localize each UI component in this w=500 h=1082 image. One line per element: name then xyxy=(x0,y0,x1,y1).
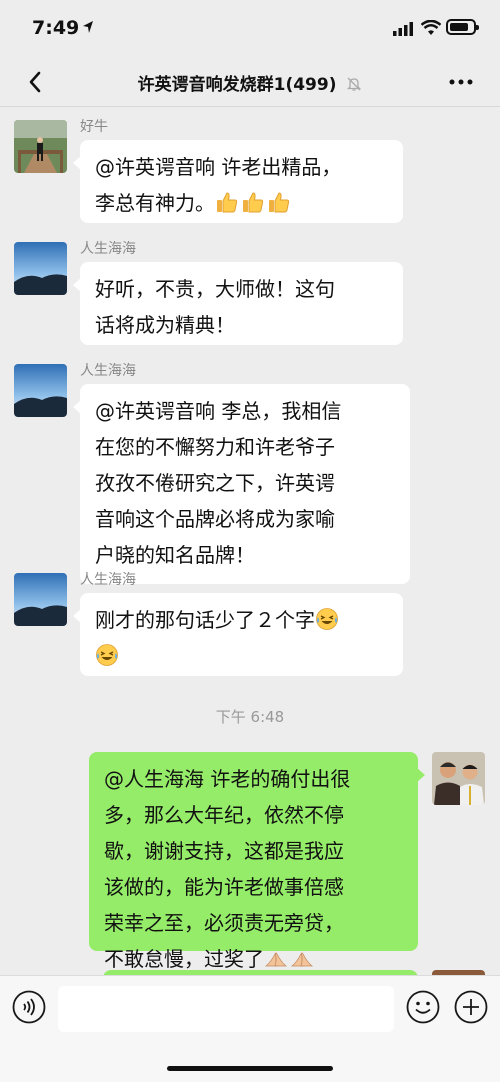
sender-name: 人生海海 xyxy=(80,363,136,379)
sender-name: 人生海海 xyxy=(80,241,136,257)
thumbs-up-icon xyxy=(241,189,265,213)
time-separator: 下午 6:48 xyxy=(215,708,285,726)
message-line: @人生海海 许老的确付出很 xyxy=(104,767,351,791)
message-line: 多，那么大年纪，依然不停 xyxy=(104,803,344,827)
chat-title-text: 许英谔音响发烧群1(499) xyxy=(137,75,337,95)
chat-title: 许英谔音响发烧群1(499) xyxy=(60,70,440,95)
avatar[interactable] xyxy=(14,364,67,417)
avatar[interactable] xyxy=(14,573,67,626)
message-bubble-self[interactable]: @人生海海 许老的确付出很 多，那么大年纪，依然不停 歇，谢谢支持，这都是我应 … xyxy=(89,752,425,971)
sender-name: 好牛 xyxy=(80,119,108,135)
laughing-crying-emoji-icon xyxy=(315,606,339,630)
message-line: 李总有神力。 xyxy=(95,185,388,221)
message-line: 好听，不贵，大师做！这句 xyxy=(95,277,335,301)
wifi-icon xyxy=(421,20,441,35)
battery-icon xyxy=(446,19,479,35)
clasped-hands-icon xyxy=(290,945,314,969)
voice-icon[interactable] xyxy=(12,990,46,1024)
message-bubble[interactable]: @许英谔音响 许老出精品， 李总有神力。 xyxy=(73,140,403,223)
status-time: 7:49 xyxy=(32,17,80,39)
smile-icon[interactable] xyxy=(406,990,440,1024)
signal-icon xyxy=(393,22,413,36)
more-dots-icon[interactable] xyxy=(446,72,476,92)
sender-name: 人生海海 xyxy=(80,572,136,588)
message-line: 刚才的那句话少了２个字 xyxy=(95,602,388,638)
avatar[interactable] xyxy=(14,120,67,173)
message-line: 歇，谢谢支持，这都是我应 xyxy=(104,839,344,863)
home-indicator xyxy=(167,1066,333,1071)
thumbs-up-icon xyxy=(215,189,239,213)
back-chevron-icon[interactable] xyxy=(22,66,52,98)
avatar[interactable] xyxy=(432,752,485,805)
thumbs-up-icon xyxy=(267,189,291,213)
message-line: 该做的，能为许老做事倍感 xyxy=(104,875,344,899)
message-line: 荣幸之至，必须责无旁贷， xyxy=(104,911,344,935)
message-line: 在您的不懈努力和许老爷子 xyxy=(95,435,335,459)
message-line: 音响这个品牌必将成为家喻 xyxy=(95,507,335,531)
laughing-crying-emoji-icon xyxy=(95,642,119,666)
message-line: 孜孜不倦研究之下，许英谔 xyxy=(95,471,335,495)
message-line: 户晓的知名品牌！ xyxy=(95,543,255,567)
status-bar: 7:49 xyxy=(0,0,500,58)
avatar[interactable] xyxy=(14,242,67,295)
message-bubble[interactable]: 好听，不贵，大师做！这句 话将成为精典！ xyxy=(73,262,403,345)
message-input[interactable] xyxy=(58,986,394,1032)
location-arrow-icon xyxy=(83,21,93,33)
message-line: @许英谔音响 李总，我相信 xyxy=(95,399,342,423)
bell-off-icon xyxy=(347,77,362,91)
chat-header: 许英谔音响发烧群1(499) xyxy=(0,58,500,107)
message-line xyxy=(95,638,388,674)
message-bubble[interactable]: @许英谔音响 李总，我相信 在您的不懈努力和许老爷子 孜孜不倦研究之下，许英谔 … xyxy=(73,384,410,584)
plus-icon[interactable] xyxy=(454,990,488,1024)
message-line: 话将成为精典！ xyxy=(95,313,235,337)
message-line: @许英谔音响 许老出精品， xyxy=(95,155,342,179)
clasped-hands-icon xyxy=(264,945,288,969)
message-bubble[interactable]: 刚才的那句话少了２个字 xyxy=(73,593,403,676)
